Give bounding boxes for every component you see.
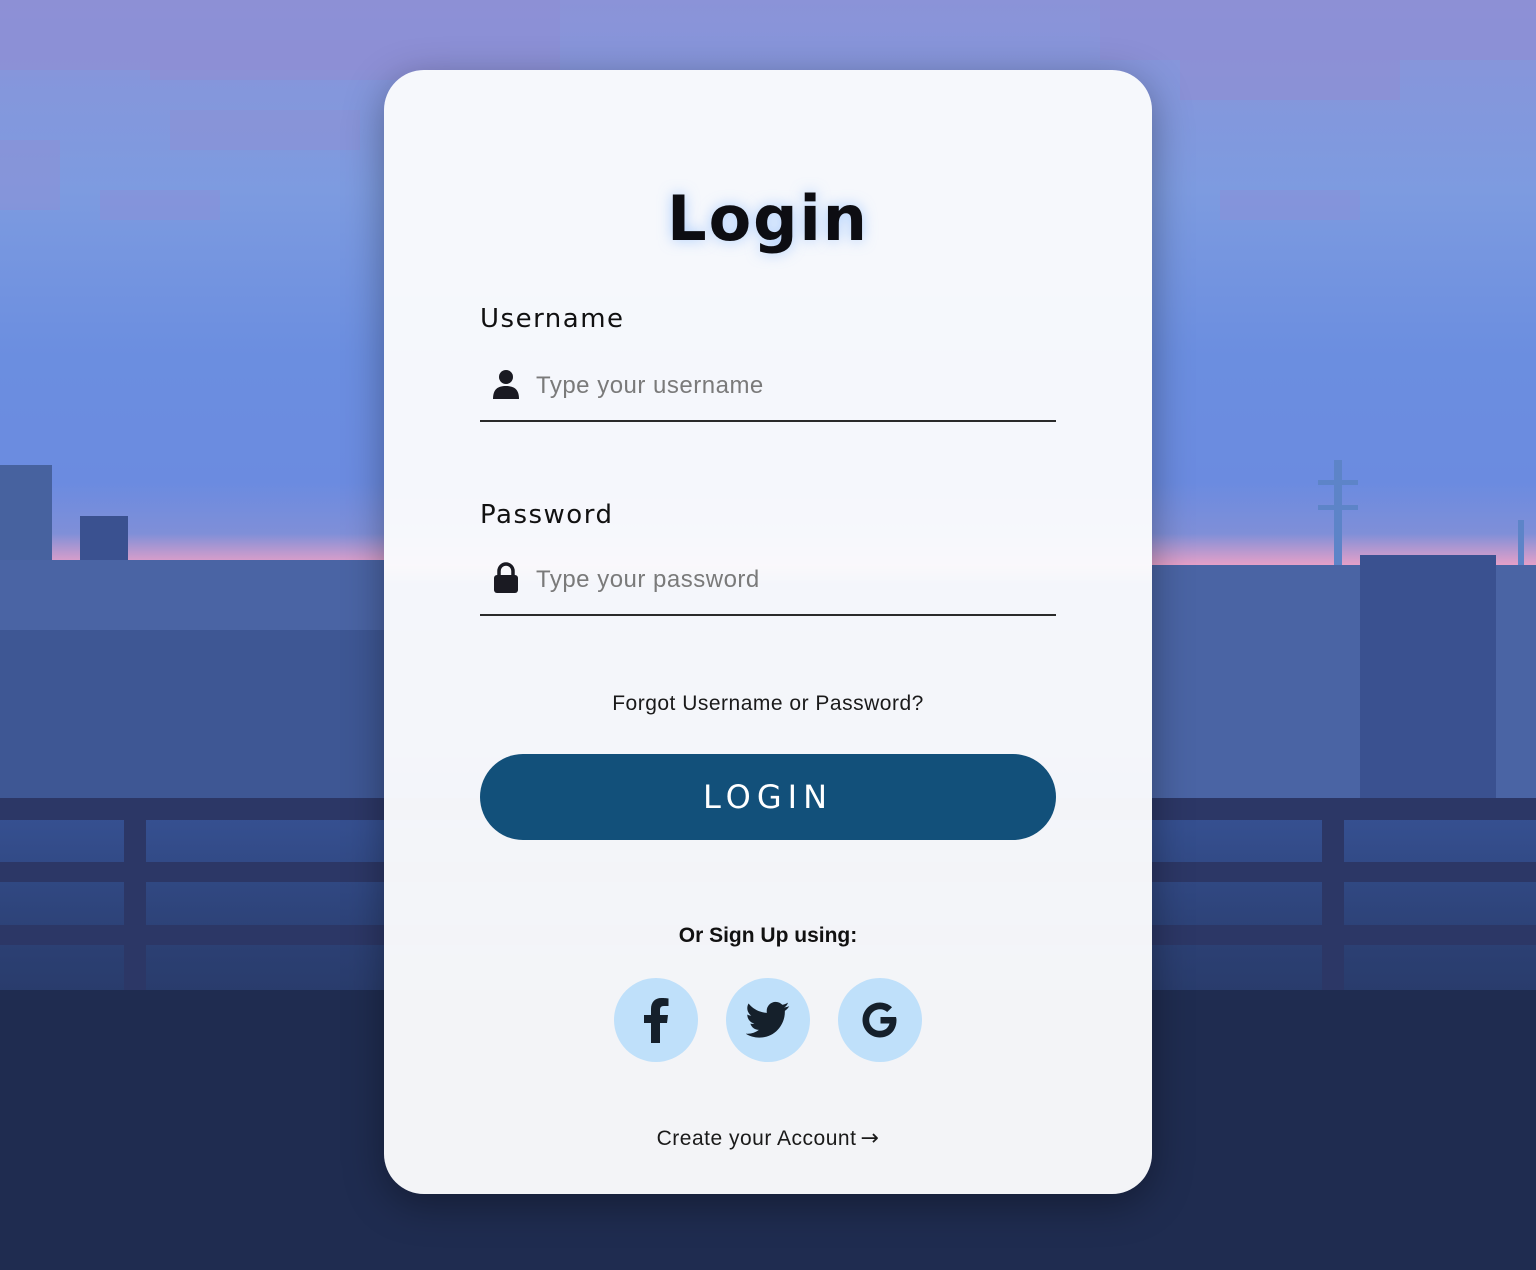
facebook-icon [644,998,669,1043]
create-account-label: Create your Account [656,1127,857,1150]
username-input[interactable] [536,364,1036,408]
username-label: Username [480,304,625,334]
lock-icon [494,562,518,593]
google-button[interactable] [838,978,922,1062]
password-label: Password [480,500,614,530]
page-title: Login [667,182,869,255]
google-icon [862,1002,897,1038]
username-field [480,360,1056,422]
forgot-credentials-link[interactable]: Forgot Username or Password? [384,692,1152,716]
login-card: Login Username Password Forgot Username … [384,70,1152,1194]
twitter-icon [746,1001,790,1038]
password-field [480,554,1056,616]
login-button[interactable]: LOGIN [480,754,1056,840]
facebook-button[interactable] [614,978,698,1062]
user-icon [493,370,519,399]
password-input[interactable] [536,558,1036,602]
arrow-right-icon: → [860,1126,880,1151]
signup-prompt: Or Sign Up using: [678,924,858,947]
twitter-button[interactable] [726,978,810,1062]
create-account-link[interactable]: Create your Account → [384,1126,1152,1151]
